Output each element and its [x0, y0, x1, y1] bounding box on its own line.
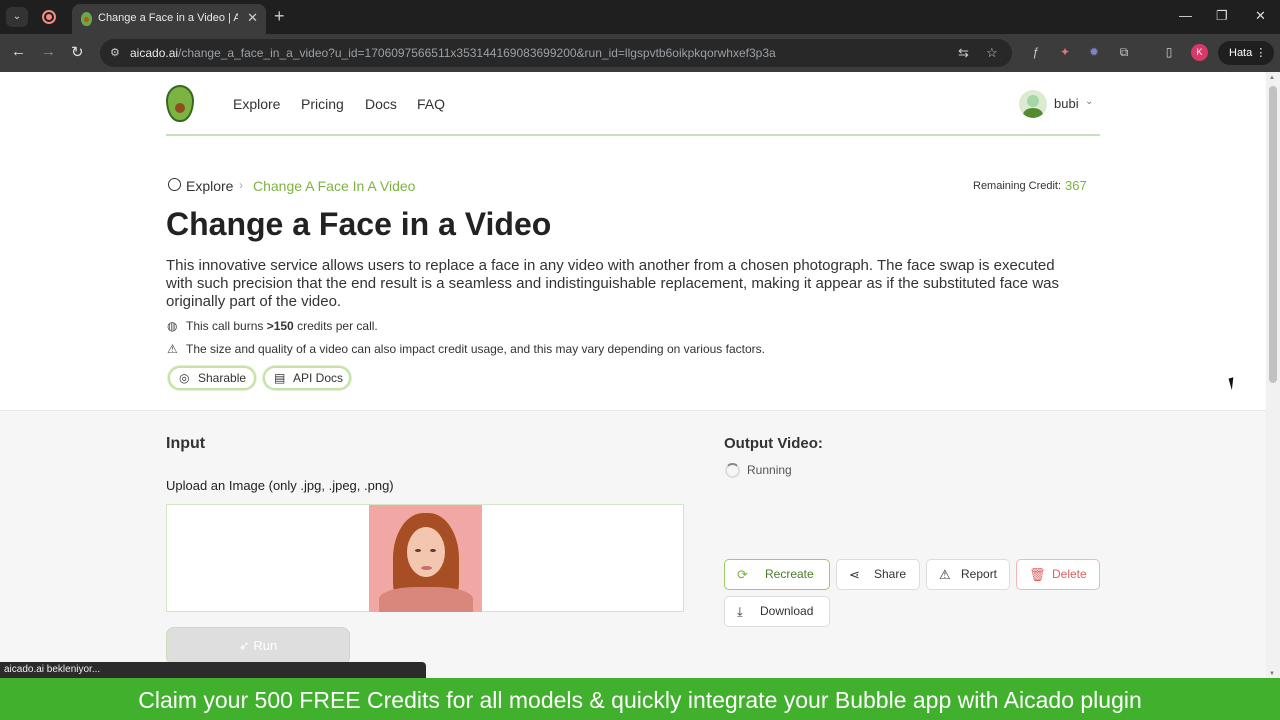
tab-search-icon[interactable]: ⌄ [6, 7, 28, 27]
tab-close-icon[interactable]: ✕ [247, 10, 258, 26]
more-menu-icon[interactable]: ⋮ [1255, 47, 1266, 59]
profile-error-label: Hata [1229, 47, 1253, 59]
delete-button[interactable]: 🗑 Delete [1016, 559, 1100, 590]
window-close-icon[interactable]: ✕ [1255, 8, 1266, 24]
burn-prefix: This call burns [186, 319, 267, 333]
warning-icon: ⚠ [167, 342, 178, 356]
recreate-button[interactable]: ⟳ Recreate [724, 559, 830, 590]
image-upload-dropzone[interactable] [166, 504, 684, 612]
remaining-credit-value: 367 [1065, 178, 1087, 193]
profile-error-button[interactable]: Hata ⋮ [1218, 41, 1274, 65]
new-tab-icon[interactable]: + [274, 6, 285, 27]
output-heading: Output Video: [724, 435, 823, 452]
run-button[interactable]: ➶ Run [166, 627, 350, 665]
warning-text: The size and quality of a video can also… [186, 342, 765, 356]
page-scrollbar[interactable]: ▲ ▼ [1266, 72, 1280, 678]
download-icon: ⤓ [737, 604, 743, 619]
nav-pricing[interactable]: Pricing [301, 96, 344, 112]
user-avatar[interactable] [1019, 90, 1047, 118]
download-button[interactable]: ⤓ Download [724, 596, 830, 627]
scrollbar-thumb[interactable] [1269, 86, 1277, 383]
breadcrumb-explore[interactable]: Explore [186, 178, 233, 194]
nav-docs[interactable]: Docs [365, 96, 397, 112]
burn-suffix: credits per call. [293, 319, 378, 333]
avocado-favicon-icon [81, 12, 92, 26]
document-icon: ▤ [274, 371, 286, 385]
record-icon [42, 10, 56, 24]
extension-color-icon[interactable]: ✦ [1057, 44, 1073, 60]
flame-icon: ◍ [167, 319, 178, 333]
forward-icon[interactable]: → [41, 43, 56, 60]
page-title: Change a Face in a Video [166, 206, 552, 242]
breadcrumb-current: Change A Face In A Video [253, 178, 416, 194]
header-divider [166, 134, 1100, 136]
url-host: aicado.ai [130, 46, 179, 60]
sharable-chip[interactable]: ◎ Sharable [168, 366, 256, 390]
back-icon[interactable]: ← [11, 43, 26, 60]
uploaded-image-preview [369, 505, 482, 612]
input-heading: Input [166, 435, 206, 452]
scroll-down-icon[interactable]: ▼ [1269, 671, 1275, 677]
report-label: Report [961, 567, 998, 581]
burn-amount: >150 [266, 319, 294, 333]
credit-burn-note: ◍ This call burns >150 credits per call. [167, 319, 378, 333]
share-button[interactable]: ⋖ Share [836, 559, 920, 590]
share-icon: ⋖ [849, 567, 860, 582]
site-info-icon[interactable]: ⚙ [110, 46, 120, 59]
sharable-label: Sharable [198, 371, 247, 385]
browser-tab-bar: ⌄ Change a Face in a Video | Aicado ✕ + … [0, 0, 1280, 34]
bookmark-star-icon[interactable]: ☆ [986, 45, 998, 61]
recreate-label: Recreate [765, 567, 814, 581]
nav-explore[interactable]: Explore [233, 96, 280, 112]
browser-toolbar: ← → ↻ ⚙ aicado.ai/change_a_face_in_a_vid… [0, 34, 1280, 72]
run-section: Input Upload an Image (only .jpg, .jpeg,… [0, 410, 1266, 678]
remaining-credit-label: Remaining Credit: [973, 180, 1062, 192]
chevron-down-icon[interactable]: ⌄ [1085, 96, 1093, 107]
url-path: /change_a_face_in_a_video?u_id=170609756… [178, 46, 776, 60]
tab-title: Change a Face in a Video | Aicado [98, 12, 238, 24]
warning-note: ⚠ The size and quality of a video can als… [167, 342, 765, 356]
upload-label: Upload an Image (only .jpg, .jpeg, .png) [166, 478, 394, 493]
promo-banner[interactable]: Claim your 500 FREE Credits for all mode… [0, 678, 1280, 720]
address-bar[interactable]: ⚙ aicado.ai/change_a_face_in_a_video?u_i… [100, 39, 1012, 67]
breadcrumb-chevron-icon: › [239, 178, 243, 192]
extensions-puzzle-icon[interactable]: ⧉ [1116, 44, 1132, 60]
username[interactable]: bubi [1054, 96, 1079, 111]
trash-icon: 🗑 [1029, 567, 1046, 582]
web-page: Explore Pricing Docs FAQ bubi ⌄ Explore … [0, 72, 1266, 678]
reload-icon[interactable]: ↻ [71, 43, 84, 61]
delete-label: Delete [1052, 567, 1087, 581]
extension-gear-icon[interactable]: ✹ [1086, 44, 1102, 60]
minimize-icon[interactable]: — [1179, 8, 1192, 23]
run-label: Run [253, 638, 278, 653]
browser-tab[interactable]: Change a Face in a Video | Aicado ✕ [72, 4, 266, 34]
restore-icon[interactable]: ❐ [1216, 8, 1228, 24]
warning-triangle-icon: ⚠ [939, 567, 951, 582]
nav-faq[interactable]: FAQ [417, 96, 445, 112]
scroll-up-icon[interactable]: ▲ [1269, 75, 1275, 81]
rocket-icon: ➶ [238, 638, 250, 653]
side-panel-icon[interactable]: ▯ [1161, 44, 1177, 60]
extension-f-icon[interactable]: ƒ [1028, 44, 1044, 60]
api-docs-chip[interactable]: ▤ API Docs [263, 366, 351, 390]
globe-icon: ◎ [179, 371, 190, 385]
running-status: Running [747, 463, 792, 477]
browser-status-bar: aicado.ai bekleniyor... [0, 662, 426, 678]
service-description: This innovative service allows users to … [166, 257, 1059, 310]
url-text[interactable]: aicado.ai/change_a_face_in_a_video?u_id=… [130, 46, 776, 60]
explore-icon [168, 178, 181, 191]
report-button[interactable]: ⚠ Report [926, 559, 1010, 590]
api-docs-label: API Docs [293, 371, 344, 385]
share-label: Share [874, 567, 907, 581]
translate-icon[interactable]: ⇆ [958, 45, 969, 61]
loading-spinner-icon [725, 463, 740, 478]
profile-avatar[interactable]: K [1191, 44, 1208, 61]
download-label: Download [760, 604, 814, 618]
aicado-logo[interactable] [166, 85, 194, 122]
refresh-icon: ⟳ [737, 567, 748, 582]
